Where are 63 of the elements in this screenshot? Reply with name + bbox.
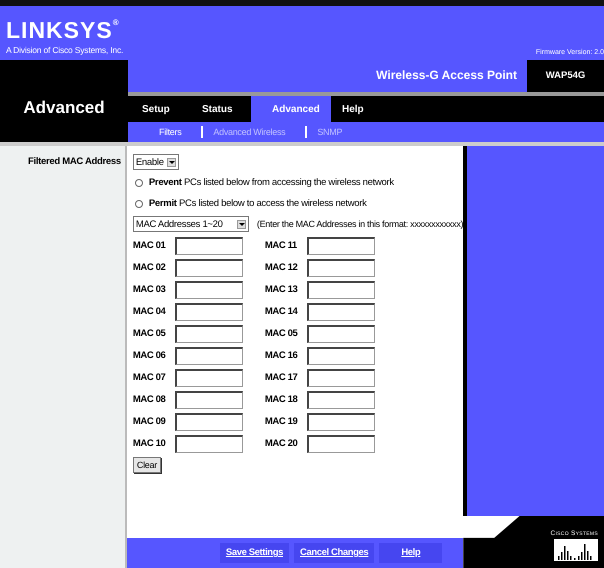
mac-label: MAC 05 — [132, 327, 166, 341]
mac-input-field[interactable] — [174, 303, 243, 321]
mac-label: MAC 04 — [132, 305, 167, 319]
mac-input-field[interactable] — [174, 413, 243, 431]
mac-label: MAC 11 — [264, 239, 298, 253]
mac-input-field[interactable] — [174, 435, 243, 453]
mac-input-field[interactable] — [174, 347, 243, 365]
mac-label: MAC 06 — [132, 349, 166, 363]
mac-label: MAC 14 — [264, 305, 299, 319]
range-select[interactable]: MAC Addresses 1~20 — [132, 216, 249, 232]
mac-input-field[interactable] — [306, 259, 375, 277]
mac-input-field[interactable] — [306, 435, 375, 453]
clear-button[interactable]: Clear — [132, 457, 161, 473]
mac-label: MAC 10 — [132, 437, 166, 451]
footer-button[interactable]: Help — [379, 543, 442, 563]
mac-input-field[interactable] — [306, 369, 375, 387]
mac-label: MAC 01 — [132, 239, 166, 253]
mac-input-field[interactable] — [306, 413, 375, 431]
radio-label: Prevent PCs listed below from accessing the wireless network — [148, 177, 394, 188]
footer-button[interactable]: Save Settings — [220, 543, 289, 563]
mac-label: MAC 03 — [132, 283, 166, 297]
mac-input-field[interactable] — [306, 303, 375, 321]
mac-input-field[interactable] — [174, 325, 243, 343]
product-name: Wireless-G Access Point — [128, 60, 527, 92]
mac-input-field[interactable] — [306, 237, 375, 255]
nav-tab[interactable]: Advanced — [251, 96, 331, 122]
bridge-bars-icon — [554, 538, 598, 560]
radio-button[interactable] — [134, 200, 143, 208]
mac-label: MAC 17 — [264, 371, 298, 385]
mac-input-field[interactable] — [306, 281, 375, 299]
mac-input-field[interactable] — [306, 391, 375, 409]
nav-tab[interactable]: Status — [191, 96, 251, 122]
mac-label: MAC 20 — [264, 437, 298, 451]
linksys-logo: LINKSYS$^{®}$ — [6, 19, 120, 42]
mac-input-field[interactable] — [306, 347, 375, 365]
mac-label: MAC 18 — [264, 393, 298, 407]
radio-button[interactable] — [134, 178, 143, 186]
sub-tab[interactable]: Filters — [149, 126, 202, 138]
nav-tab[interactable]: Setup — [131, 96, 191, 122]
mac-label: MAC 02 — [132, 261, 166, 275]
mac-label: MAC 12 — [264, 261, 298, 275]
model-name: WAP54G — [544, 69, 586, 83]
tagline: A Division of Cisco Systems, Inc. — [6, 45, 124, 55]
nav-tab[interactable]: Help — [331, 96, 391, 122]
mac-label: MAC 09 — [132, 415, 166, 429]
section-title: Advanced — [22, 97, 106, 119]
mac-label: MAC 08 — [132, 393, 166, 407]
mac-input-field[interactable] — [174, 259, 243, 277]
mac-label: MAC 05 — [264, 327, 298, 341]
mac-input-field[interactable] — [306, 325, 375, 343]
field-label: Filtered MAC Address — [27, 155, 122, 167]
radio-label: Permit PCs listed below to access the wireless network — [148, 198, 367, 209]
format-hint: (Enter the MAC Addresses in this format: xxxxxxxxxxxx) — [256, 219, 464, 229]
mac-input-field[interactable] — [174, 237, 243, 255]
mac-label: MAC 19 — [264, 415, 298, 429]
mac-label: MAC 07 — [132, 371, 166, 385]
mac-input-field[interactable] — [174, 281, 243, 299]
mac-input-field[interactable] — [174, 391, 243, 409]
filter-select[interactable]: Enable — [132, 154, 179, 170]
footer-button[interactable]: Cancel Changes — [294, 543, 374, 563]
mac-label: MAC 13 — [264, 283, 298, 297]
mac-input-field[interactable] — [174, 369, 243, 387]
mac-label: MAC 16 — [264, 349, 298, 363]
